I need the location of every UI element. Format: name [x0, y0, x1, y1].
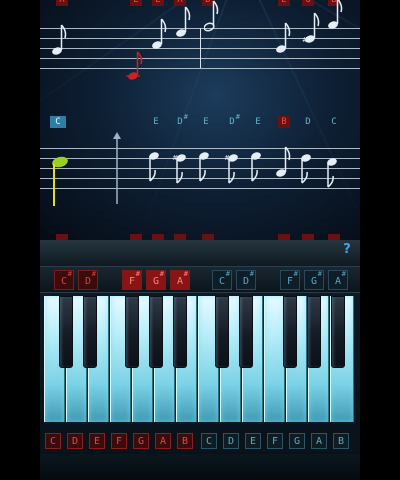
white-key-f[interactable] — [264, 296, 285, 422]
piano-keyboard — [44, 296, 356, 424]
black-key-c-sharp[interactable] — [59, 296, 73, 368]
natural-key-label[interactable]: B — [333, 433, 349, 449]
sharp-key-label[interactable]: D # — [78, 270, 98, 290]
sharp-key-label[interactable]: A # — [170, 270, 190, 290]
natural-key-label[interactable]: A — [311, 433, 327, 449]
eighth-note — [148, 150, 162, 184]
eighth-note — [52, 22, 67, 56]
eighth-note — [328, 0, 343, 30]
sequence-note-label: C — [331, 117, 337, 127]
natural-key-label[interactable]: E — [245, 433, 261, 449]
eighth-note: # — [302, 10, 320, 44]
black-key-f-sharp[interactable] — [283, 296, 297, 368]
natural-key-label[interactable]: F — [267, 433, 283, 449]
sharp-key-label[interactable]: F # — [122, 270, 142, 290]
sequence-note-label: E — [203, 117, 209, 127]
sequence-labels: C E D # E D # E B D C — [40, 113, 360, 130]
natural-key-label[interactable]: F — [111, 433, 127, 449]
sequence-note-label: D # — [177, 113, 188, 127]
eighth-note — [276, 144, 291, 178]
natural-key-label[interactable]: G — [289, 433, 305, 449]
natural-key-label[interactable]: G — [133, 433, 149, 449]
natural-key-label[interactable]: A — [155, 433, 171, 449]
bottom-band — [40, 454, 360, 480]
sequence-note-label: E — [153, 117, 159, 127]
upper-note-label: A — [56, 0, 68, 6]
eighth-note — [276, 20, 291, 54]
eighth-note — [326, 156, 340, 190]
bottom-screen-keyboard: ? C # D # F # G # A # C # D # F # G # A # — [40, 240, 360, 480]
right-frame — [360, 0, 400, 480]
black-key-g-sharp[interactable] — [307, 296, 321, 368]
playhead-arrow-icon — [112, 132, 122, 208]
upper-note-label: E — [278, 0, 290, 6]
top-screen-score: A E E A D E G B # C E D # E D # E B D C … — [40, 0, 360, 240]
eighth-note — [204, 0, 219, 32]
sequence-note-label: E — [255, 117, 261, 127]
natural-key-label[interactable]: E — [89, 433, 105, 449]
sharp-key-label[interactable]: G # — [146, 270, 166, 290]
black-key-d-sharp[interactable] — [239, 296, 253, 368]
top-band: ? — [40, 240, 360, 266]
sharp-key-label[interactable]: D # — [236, 270, 256, 290]
sharp-key-label[interactable]: G # — [304, 270, 324, 290]
eighth-note — [250, 150, 264, 184]
natural-key-label[interactable]: C — [201, 433, 217, 449]
upper-note-label: E — [130, 0, 142, 6]
eighth-note — [198, 150, 212, 184]
cursor-note — [50, 156, 70, 212]
black-key-a-sharp[interactable] — [331, 296, 345, 368]
sequence-note-label: B — [278, 116, 290, 128]
natural-key-labels: C D E F G A B C D E F G A B — [40, 430, 360, 452]
sharp-key-label[interactable]: F # — [280, 270, 300, 290]
sharp-key-label[interactable]: C # — [54, 270, 74, 290]
sharp-key-label[interactable]: A # — [328, 270, 348, 290]
black-key-a-sharp[interactable] — [173, 296, 187, 368]
left-frame — [0, 0, 40, 480]
upper-note-label: G — [302, 0, 314, 6]
eighth-note: # — [172, 152, 186, 186]
black-key-g-sharp[interactable] — [149, 296, 163, 368]
sharp-key-label[interactable]: C # — [212, 270, 232, 290]
help-button[interactable]: ? — [340, 242, 354, 258]
active-note — [126, 50, 143, 84]
eighth-note — [152, 16, 167, 50]
bar-line — [200, 28, 201, 68]
sharp-key-labels: C # D # F # G # A # C # D # F # G # A # — [40, 266, 360, 293]
upper-note-labels: A E E A D E G B — [40, 0, 360, 8]
eighth-note — [176, 4, 191, 38]
black-key-d-sharp[interactable] — [83, 296, 97, 368]
natural-key-label[interactable]: D — [223, 433, 239, 449]
natural-key-label[interactable]: C — [45, 433, 61, 449]
current-note-label: C — [50, 116, 66, 128]
natural-key-label[interactable]: B — [177, 433, 193, 449]
eighth-note — [300, 152, 314, 186]
sequence-note-label: D # — [229, 113, 240, 127]
natural-key-label[interactable]: D — [67, 433, 83, 449]
upper-note-label: E — [152, 0, 164, 6]
sequence-note-label: D — [305, 117, 311, 127]
black-key-f-sharp[interactable] — [125, 296, 139, 368]
eighth-note: # — [224, 152, 238, 186]
black-key-c-sharp[interactable] — [215, 296, 229, 368]
